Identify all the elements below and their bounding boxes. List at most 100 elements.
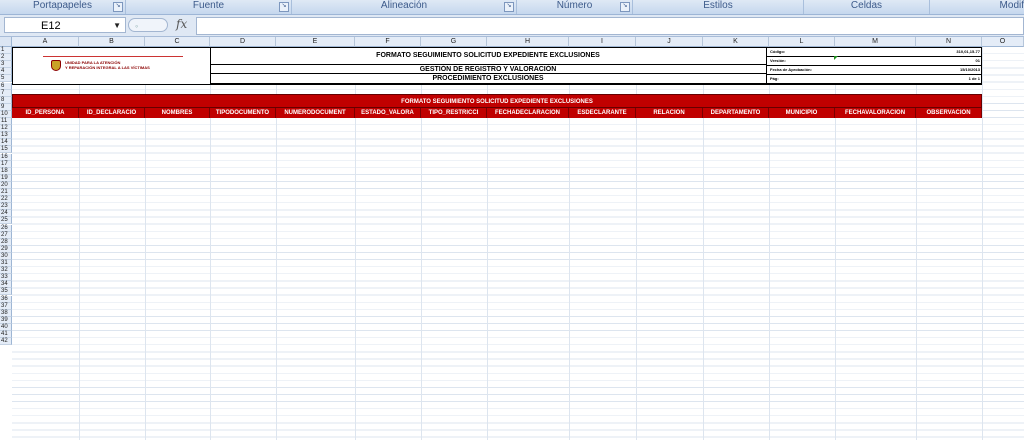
row-header[interactable]: 25 [0,217,12,225]
row-header[interactable]: 33 [0,274,12,282]
row-header[interactable]: 35 [0,288,12,296]
row-header[interactable]: 17 [0,160,12,168]
column-header-h[interactable]: H [487,37,569,47]
column-header-a[interactable]: A [12,37,79,47]
row-header[interactable]: 21 [0,189,12,197]
meta-key: Versión: [770,58,786,63]
dialog-launcher-icon[interactable]: ↘ [620,2,630,12]
row-header[interactable]: 1 [0,47,12,55]
row-header[interactable]: 38 [0,309,12,317]
ribbon-group-alignment[interactable]: Alineación ↘ [292,0,517,14]
error-indicator-icon[interactable] [834,56,838,60]
row-header[interactable]: 29 [0,245,12,253]
row-header[interactable]: 37 [0,302,12,310]
ribbon-group-cells[interactable]: Celdas [804,0,930,14]
formula-bar: E12 ▼ ◦ fx [0,15,1024,37]
row-header[interactable]: 20 [0,181,12,189]
table-header-cell[interactable]: TIPODOCUMENTO [210,108,276,118]
insert-function-icon[interactable]: fx [176,17,187,31]
row-header[interactable]: 34 [0,281,12,289]
column-header-b[interactable]: B [79,37,145,47]
name-box-value: E12 [41,20,61,32]
ribbon-group-clipboard[interactable]: Portapapeles ↘ [0,0,126,14]
dialog-launcher-icon[interactable]: ↘ [279,2,289,12]
column-header-n[interactable]: N [916,37,982,47]
row-header[interactable]: 7 [0,89,12,97]
table-header-cell[interactable]: ESTADO_VALORA [355,108,421,118]
column-header-k[interactable]: K [703,37,769,47]
row-header[interactable]: 39 [0,316,12,324]
row-header[interactable]: 3 [0,61,12,69]
table-header-cell[interactable]: ID_PERSONA [12,108,79,118]
row-header[interactable]: 42 [0,338,12,346]
row-header[interactable]: 18 [0,167,12,175]
meta-row-approval-date: Fecha de Aprobación: 15/10/2013 [766,66,982,75]
ribbon-group-label: Fuente [192,0,225,11]
row-header[interactable]: 15 [0,146,12,154]
table-header-cell[interactable]: ID_DECLARACIO [79,108,145,118]
row-header[interactable]: 27 [0,231,12,239]
table-header-cell[interactable]: FECHAVALORACION [835,108,916,118]
row-header[interactable]: 16 [0,153,12,161]
ribbon-group-number[interactable]: Número ↘ [517,0,633,14]
column-header-f[interactable]: F [355,37,421,47]
dialog-launcher-icon[interactable]: ↘ [504,2,514,12]
row-header[interactable]: 28 [0,238,12,246]
column-header-e[interactable]: E [276,37,355,47]
row-header[interactable]: 24 [0,210,12,218]
meta-key: Código: [770,49,786,54]
organization-logo: UNIDAD PARA LA ATENCIÓN Y REPARACIÓN INT… [13,48,211,83]
column-header-m[interactable]: M [835,37,916,47]
table-header-cell[interactable]: RELACION [636,108,703,118]
row-header[interactable]: 10 [0,110,12,118]
column-header-c[interactable]: C [145,37,210,47]
row-header[interactable]: 14 [0,139,12,147]
table-header-cell[interactable]: MUNICIPIO [769,108,835,118]
row-header[interactable]: 11 [0,118,12,126]
column-header-o[interactable]: O [982,37,1024,47]
ribbon-group-label: Celdas [850,0,883,11]
row-header[interactable]: 23 [0,203,12,211]
ribbon-group-styles[interactable]: Estilos [633,0,804,14]
column-header-d[interactable]: D [210,37,276,47]
ribbon-group-editing[interactable]: Modif [930,0,1024,14]
row-header[interactable]: 12 [0,125,12,133]
ribbon-group-font[interactable]: Fuente ↘ [126,0,292,14]
column-header-j[interactable]: J [636,37,703,47]
row-header[interactable]: 19 [0,174,12,182]
row-header[interactable]: 13 [0,132,12,140]
table-header-cell[interactable]: NUMERODOCUMENT [276,108,355,118]
ribbon-group-label: Alineación [380,0,428,11]
row-header[interactable]: 31 [0,260,12,268]
column-header-l[interactable]: L [769,37,835,47]
select-all-corner[interactable] [0,37,12,47]
table-header-cell[interactable]: OBSERVACION [916,108,982,118]
row-header[interactable]: 40 [0,323,12,331]
table-header-cell[interactable]: TIPO_RESTRICCI [421,108,487,118]
formula-input[interactable] [196,17,1024,35]
row-header[interactable]: 4 [0,68,12,76]
dialog-launcher-icon[interactable]: ↘ [113,2,123,12]
table-header-cell[interactable]: DEPARTAMENTO [703,108,769,118]
chevron-down-icon[interactable]: ▼ [113,18,121,34]
meta-row-version: Versión: 01 [766,57,982,66]
row-header[interactable]: 6 [0,82,12,90]
table-header-cell[interactable]: NOMBRES [145,108,210,118]
row-header[interactable]: 32 [0,267,12,275]
row-header[interactable]: 36 [0,295,12,303]
formula-bar-resize-handle[interactable]: ◦ [128,18,168,32]
row-header[interactable]: 30 [0,252,12,260]
row-header[interactable]: 8 [0,96,12,104]
row-header[interactable]: 41 [0,331,12,339]
row-header[interactable]: 26 [0,224,12,232]
row-header[interactable]: 9 [0,103,12,111]
table-header-cell[interactable]: FECHADECLARACION [487,108,569,118]
logo-rule [43,56,183,57]
row-header[interactable]: 5 [0,75,12,83]
table-header-cell[interactable]: ESDECLARANTE [569,108,636,118]
row-header[interactable]: 2 [0,54,12,62]
row-header[interactable]: 22 [0,196,12,204]
name-box[interactable]: E12 ▼ [4,17,126,33]
column-header-i[interactable]: I [569,37,636,47]
column-header-g[interactable]: G [421,37,487,47]
